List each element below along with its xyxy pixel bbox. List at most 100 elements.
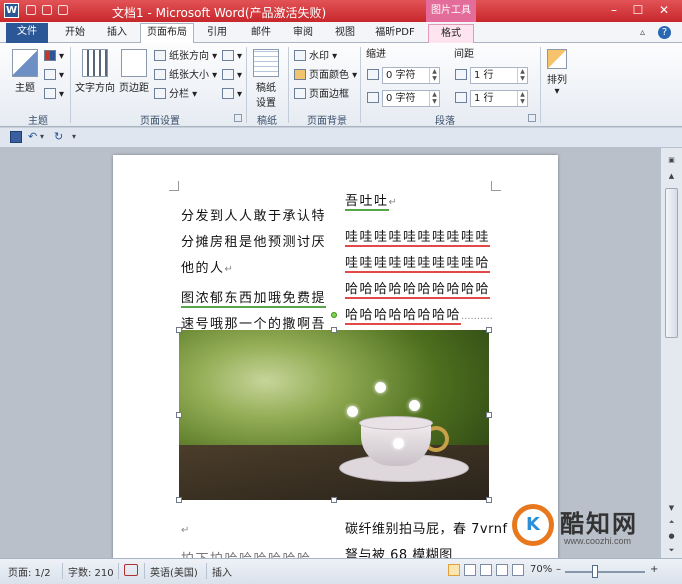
status-insert-mode[interactable]: 插入 [212, 564, 232, 579]
left-col-line-1[interactable]: 分发到人人敢于承认特 [181, 204, 326, 230]
redo-icon[interactable]: ↻ [54, 131, 66, 143]
minimize-button[interactable]: – [603, 2, 625, 19]
ribbon-collapse-icon[interactable]: ▵ [640, 27, 645, 38]
print-layout-view-icon[interactable] [448, 564, 460, 576]
customize-qat-icon[interactable]: ▾ [72, 131, 84, 143]
spin-arrows-icon[interactable]: ▲ ▼ [429, 68, 439, 83]
right-col-line-2[interactable]: 哇哇哇哇哇哇哇哇哇哇 [345, 225, 491, 251]
indent-left-input[interactable]: 0 字符 ▲ ▼ [382, 67, 440, 84]
save-mini-icon[interactable] [26, 5, 36, 15]
document-page[interactable]: 分发到人人敢于承认特 分摊房租是他预测讨厌 他的人↵ 图浓郁东西加哦免费提 速号… [113, 155, 558, 558]
manuscript-settings-button[interactable]: 稿纸 设置 [252, 49, 280, 109]
resize-handle-ne[interactable] [486, 327, 492, 333]
hyphenation-button[interactable]: ▾ [222, 87, 242, 103]
zoom-out-button[interactable]: – [556, 564, 561, 575]
tab-mailings[interactable]: 邮件 [244, 24, 278, 43]
maximize-button[interactable]: ☐ [627, 2, 649, 19]
undo-icon[interactable]: ↶ [28, 131, 40, 143]
spacing-after-input[interactable]: 1 行 ▲ ▼ [470, 90, 528, 107]
zoom-slider-knob[interactable] [592, 565, 598, 578]
inserted-picture[interactable] [179, 330, 489, 500]
arrange-button[interactable]: 排列 ▾ [544, 49, 570, 97]
word-app-icon[interactable]: W [4, 3, 19, 18]
undo-dropdown-icon[interactable]: ▾ [40, 131, 52, 143]
tab-file[interactable]: 文件 [6, 23, 48, 43]
tab-format[interactable]: 格式 [428, 24, 474, 43]
tab-references[interactable]: 引用 [200, 24, 234, 43]
page-borders-button[interactable]: 页面边框 [294, 87, 349, 103]
indent-right-value: 0 字符 [386, 93, 416, 104]
spin-arrows-icon[interactable]: ▲ ▼ [517, 91, 527, 106]
columns-button[interactable]: 分栏 ▾ [154, 87, 197, 103]
resize-handle-se[interactable] [486, 497, 492, 503]
vertical-scrollbar[interactable]: ▣ ▲ ▼ ⏶ ● ⏷ [660, 148, 682, 558]
breaks-button[interactable]: ▾ [222, 49, 242, 65]
close-button[interactable]: ✕ [653, 2, 675, 19]
proofing-icon[interactable] [124, 564, 138, 576]
paragraph-launcher-icon[interactable] [528, 114, 536, 122]
web-layout-view-icon[interactable] [480, 564, 492, 576]
tab-insert[interactable]: 插入 [100, 24, 134, 43]
zoom-level[interactable]: 70% [530, 564, 552, 575]
spin-arrows-icon[interactable]: ▲ ▼ [429, 91, 439, 106]
resize-handle-sw[interactable] [176, 497, 182, 503]
orientation-button[interactable]: 纸张方向 ▾ [154, 49, 217, 65]
tab-review[interactable]: 审阅 [286, 24, 320, 43]
below-right-line-2[interactable]: 弩与被 68 模糊图 [345, 543, 453, 558]
ruler-toggle-icon[interactable]: ▣ [665, 154, 678, 166]
scroll-down-arrow-icon[interactable]: ▼ [665, 502, 678, 514]
undo-mini-icon[interactable] [42, 5, 52, 15]
margins-button[interactable]: 页边距 [118, 49, 150, 94]
resize-handle-n[interactable] [331, 327, 337, 333]
status-language[interactable]: 英语(美国) [150, 564, 198, 579]
line-numbers-button[interactable]: ▾ [222, 68, 242, 84]
left-col-line-4[interactable]: 图浓郁东西加哦免费提 [181, 286, 327, 312]
status-page[interactable]: 页面: 1/2 [8, 564, 51, 579]
previous-page-icon[interactable]: ⏶ [665, 516, 678, 528]
watermark-label: 水印 [309, 51, 329, 62]
theme-colors-button[interactable]: ▾ [44, 49, 64, 65]
page-setup-launcher-icon[interactable] [234, 114, 242, 122]
scroll-thumb[interactable] [665, 188, 678, 338]
next-page-icon[interactable]: ⏷ [665, 544, 678, 556]
indent-right-input[interactable]: 0 字符 ▲ ▼ [382, 90, 440, 107]
size-button[interactable]: 纸张大小 ▾ [154, 68, 217, 84]
zoom-slider-track[interactable] [565, 571, 645, 573]
help-icon[interactable]: ? [658, 26, 671, 39]
right-col-line-4[interactable]: 哈哈哈哈哈哈哈哈哈哈 [345, 277, 491, 303]
below-right-line-1[interactable]: 碳纤维别拍马屁，春 7vrnf [345, 517, 508, 543]
themes-button[interactable]: 主题 [10, 49, 40, 94]
scroll-up-arrow-icon[interactable]: ▲ [665, 170, 678, 182]
rotate-handle[interactable] [331, 312, 337, 318]
save-icon[interactable] [10, 131, 22, 143]
right-col-line-3[interactable]: 哇哇哇哇哇哇哇哇哇哈 [345, 251, 491, 277]
watermark-button[interactable]: 水印 ▾ [294, 49, 337, 65]
title-bar: W 文档1 - Microsoft Word(产品激活失败) 图片工具 – ☐ … [0, 0, 682, 22]
resize-handle-nw[interactable] [176, 327, 182, 333]
page-color-button[interactable]: 页面颜色 ▾ [294, 68, 357, 84]
resize-handle-w[interactable] [176, 412, 182, 418]
resize-handle-e[interactable] [486, 412, 492, 418]
right-col-line-5[interactable]: 哈哈哈哈哈哈哈哈.......... [345, 303, 493, 330]
theme-fonts-button[interactable]: ▾ [44, 68, 64, 84]
left-col-line-3[interactable]: 他的人↵ [181, 256, 234, 283]
outline-view-icon[interactable] [496, 564, 508, 576]
status-word-count[interactable]: 字数: 210 [68, 564, 114, 579]
tab-home[interactable]: 开始 [58, 24, 92, 43]
zoom-in-button[interactable]: + [650, 564, 658, 575]
tab-page-layout[interactable]: 页面布局 [140, 23, 194, 43]
draft-view-icon[interactable] [512, 564, 524, 576]
tab-foxit-pdf[interactable]: 福昕PDF [368, 24, 422, 43]
full-screen-view-icon[interactable] [464, 564, 476, 576]
right-col-line-1[interactable]: 吾吐吐↵ [345, 189, 398, 216]
spin-arrows-icon[interactable]: ▲ ▼ [517, 68, 527, 83]
tab-view[interactable]: 视图 [328, 24, 362, 43]
resize-handle-s[interactable] [331, 497, 337, 503]
browse-object-icon[interactable]: ● [665, 530, 678, 542]
below-left-line[interactable]: 拍下拍哈哈哈哈哈哈 [181, 547, 312, 558]
text-direction-button[interactable]: 文字方向 [74, 49, 116, 94]
spacing-before-input[interactable]: 1 行 ▲ ▼ [470, 67, 528, 84]
redo-mini-icon[interactable] [58, 5, 68, 15]
left-col-line-2[interactable]: 分摊房租是他预测讨厌 [181, 230, 326, 256]
theme-effects-button[interactable]: ▾ [44, 87, 64, 103]
